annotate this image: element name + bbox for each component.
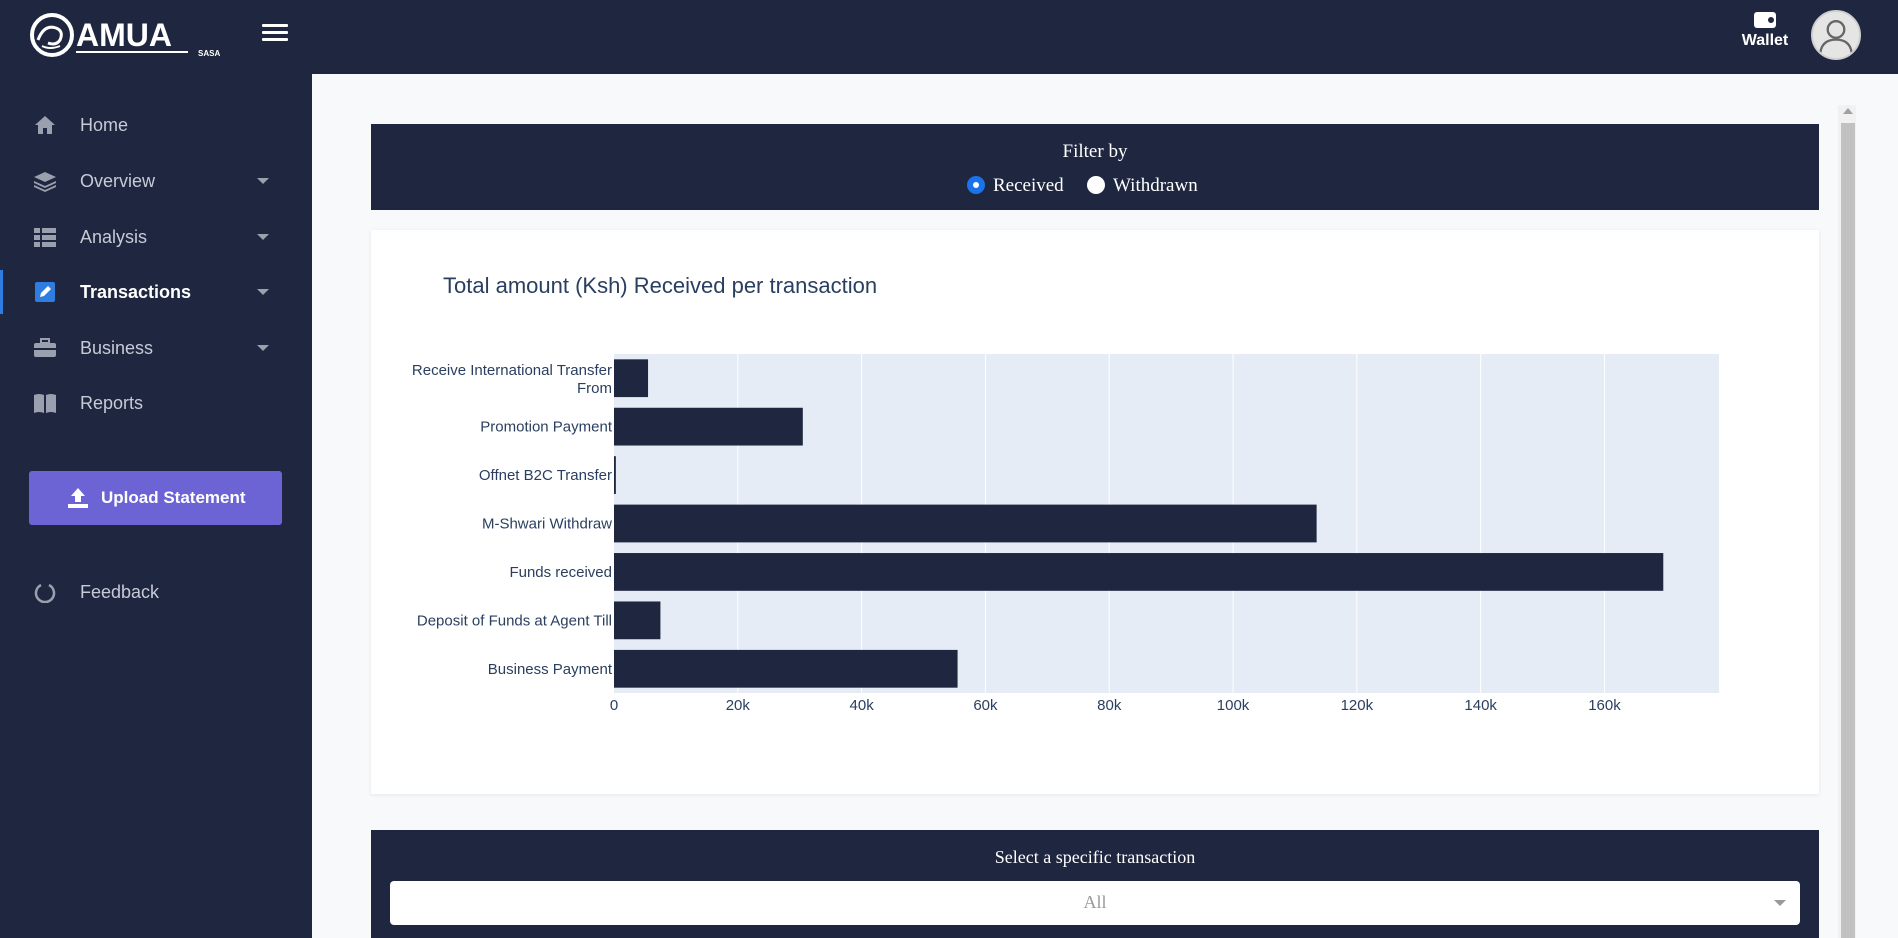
bar <box>614 553 1664 591</box>
radio-checked-icon <box>967 176 985 194</box>
radio-received[interactable]: Received <box>967 175 1064 197</box>
bar <box>614 359 649 398</box>
sidebar-item-reports[interactable]: Reports <box>0 381 312 425</box>
y-tick-label: Funds received <box>509 564 612 581</box>
sidebar-item-home[interactable]: Home <box>0 103 312 147</box>
home-icon <box>35 116 55 134</box>
upload-icon <box>68 488 88 508</box>
bar-chart: 0 20k 40k 60k 80k 100k 120k 140k 160k Receive Int… <box>412 354 1719 714</box>
wave-circle-icon: AMUA SASA <box>30 13 220 58</box>
select-title: Select a specific transaction <box>994 847 1196 867</box>
layers-icon <box>34 172 56 192</box>
transaction-select[interactable]: All <box>390 881 1800 925</box>
chevron-down-icon <box>257 345 269 351</box>
sidebar-item-label: Overview <box>80 171 156 191</box>
wallet-icon <box>1754 12 1776 28</box>
bar <box>614 601 661 640</box>
sidebar-item-feedback[interactable]: Feedback <box>0 570 312 614</box>
sidebar: Home Overview Analysis Transactions Busi… <box>0 74 312 938</box>
scrollbar-thumb[interactable] <box>1841 123 1855 938</box>
select-value: All <box>1083 892 1107 912</box>
chevron-down-icon <box>1774 900 1786 906</box>
y-tick-label: Receive International Transfer <box>412 362 612 379</box>
x-tick-label: 140k <box>1464 697 1497 714</box>
upload-statement-button[interactable]: Upload Statement <box>29 471 282 525</box>
x-tick-label: 60k <box>973 697 998 714</box>
chevron-down-icon <box>257 234 269 240</box>
active-indicator <box>0 270 3 314</box>
svg-text:AMUA: AMUA <box>76 17 172 53</box>
y-tick-label: From <box>577 380 612 397</box>
scroll-up-arrow-icon[interactable] <box>1843 108 1853 114</box>
radio-label: Withdrawn <box>1113 175 1198 196</box>
wallet-button[interactable]: Wallet <box>1738 12 1792 60</box>
y-tick-label: Offnet B2C Transfer <box>479 467 612 484</box>
hamburger-icon[interactable] <box>262 20 288 46</box>
sidebar-item-label: Feedback <box>80 582 160 602</box>
chart-card: Total amount (Ksh) Received per transact… <box>371 230 1819 794</box>
briefcase-icon <box>34 338 56 357</box>
sidebar-item-label: Business <box>80 338 154 358</box>
sidebar-item-transactions[interactable]: Transactions <box>0 270 312 314</box>
sidebar-item-analysis[interactable]: Analysis <box>0 215 312 259</box>
x-tick-label: 100k <box>1217 697 1250 714</box>
select-panel: Select a specific transaction All <box>371 830 1819 938</box>
sidebar-item-label: Analysis <box>80 227 148 247</box>
x-tick-label: 0 <box>610 697 618 714</box>
filter-panel: Filter by Received Withdrawn <box>371 124 1819 210</box>
y-tick-label: Promotion Payment <box>480 419 613 436</box>
upload-statement-label: Upload Statement <box>101 488 246 507</box>
amua-logo[interactable]: AMUA SASA <box>30 10 230 60</box>
x-tick-label: 120k <box>1341 697 1374 714</box>
x-tick-label: 40k <box>850 697 875 714</box>
radio-unchecked-icon <box>1087 176 1105 194</box>
svg-text:SASA: SASA <box>198 49 220 58</box>
sidebar-item-overview[interactable]: Overview <box>0 159 312 203</box>
chevron-down-icon <box>257 289 269 295</box>
x-tick-label: 160k <box>1588 697 1621 714</box>
filter-title: Filter by <box>1062 141 1128 162</box>
x-tick-label: 20k <box>726 697 751 714</box>
bar <box>614 456 616 494</box>
bar <box>614 504 1317 543</box>
radio-withdrawn[interactable]: Withdrawn <box>1087 175 1198 197</box>
sidebar-item-business[interactable]: Business <box>0 326 312 370</box>
sidebar-item-label: Transactions <box>80 282 192 302</box>
y-tick-label: Deposit of Funds at Agent Till <box>417 612 612 629</box>
y-tick-label: M-Shwari Withdraw <box>482 516 612 533</box>
radio-label: Received <box>993 175 1064 196</box>
table-list-icon <box>34 228 56 247</box>
wallet-label: Wallet <box>1741 32 1789 49</box>
sidebar-item-label: Reports <box>80 393 144 413</box>
y-tick-label: Business Payment <box>488 661 613 678</box>
book-icon <box>34 394 56 413</box>
sidebar-item-label: Home <box>80 115 129 135</box>
user-avatar-icon[interactable] <box>1811 10 1861 60</box>
edit-square-icon <box>35 282 55 302</box>
bar <box>614 649 958 688</box>
x-tick-label: 80k <box>1097 697 1122 714</box>
circle-notch-icon <box>34 583 56 603</box>
bar <box>614 407 803 446</box>
chevron-down-icon <box>257 178 269 184</box>
top-bar: AMUA SASA Wallet <box>0 0 1898 74</box>
